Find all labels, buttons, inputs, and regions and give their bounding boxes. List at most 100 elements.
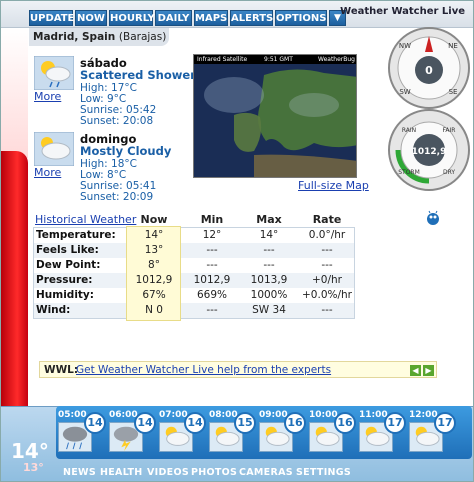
row-label-feels-like: Feels Like:	[36, 244, 99, 256]
feels-like-now: 13°	[144, 244, 164, 256]
hour-time: 08:00	[209, 410, 238, 420]
nav-videos[interactable]: VIDEOS	[147, 467, 189, 478]
hourly-button[interactable]: HOURLY	[109, 10, 155, 26]
hour-temp-badge: 14	[84, 412, 106, 434]
humidity-max: 1000%	[250, 289, 288, 301]
hour-time: 10:00	[309, 410, 338, 420]
dew-point-max: ---	[263, 259, 275, 271]
current-temperature: 14°	[11, 439, 49, 463]
wind-rate: ---	[321, 304, 333, 316]
feels-like-rate: ---	[321, 244, 333, 256]
humidity-rate: +0.0%/hr	[302, 289, 352, 301]
wind-compass: 0 NW NE SW SE	[388, 27, 470, 109]
hour-time: 12:00	[409, 410, 438, 420]
app-window: UPDATE NOW HOURLY DAILY MAPS ALERTS OPTI…	[0, 0, 474, 482]
wind-now: N 0	[145, 304, 163, 316]
nav-news[interactable]: NEWS	[63, 467, 96, 478]
dew-point-now: 8°	[148, 259, 160, 271]
col-header-rate: Rate	[312, 213, 342, 226]
hour-temp-badge: 17	[434, 412, 456, 434]
col-header-now: Now	[140, 213, 168, 226]
compass-nw: NW	[399, 42, 411, 50]
nav-settings[interactable]: SETTINGS	[296, 467, 351, 478]
historical-weather-link[interactable]: Historical Weather	[35, 213, 136, 226]
location-city: Madrid, Spain	[33, 31, 116, 43]
location-station: (Barajas)	[118, 31, 167, 43]
temperature-min: 12°	[202, 229, 222, 241]
satellite-title-bar: Infrared Satellite 9:51 GMT WeatherBug	[194, 55, 356, 64]
compass-se: SE	[449, 88, 458, 96]
wind-min: ---	[206, 304, 218, 316]
barometer-storm: STORM	[398, 169, 420, 176]
row-label-pressure: Pressure:	[36, 274, 93, 286]
humidity-now: 67%	[142, 289, 166, 301]
forecast-day2-sunset: Sunset: 20:09	[80, 191, 154, 203]
now-button[interactable]: NOW	[75, 10, 107, 26]
temperature-now: 14°	[144, 229, 164, 241]
forecast-day1-sunset: Sunset: 20:08	[80, 115, 154, 127]
barometer-fair: FAIR	[443, 127, 456, 134]
partly-cloudy-rain-icon	[34, 56, 74, 90]
wind-max: SW 34	[252, 304, 286, 316]
maps-button[interactable]: MAPS	[194, 10, 228, 26]
next-arrow-icon[interactable]: ▶	[423, 365, 434, 376]
full-size-map-link[interactable]: Full-size Map	[298, 179, 369, 192]
satellite-time: 9:51 GMT	[264, 56, 293, 63]
app-brand-title: Weather Watcher Live	[340, 6, 465, 17]
row-label-wind: Wind:	[36, 304, 71, 316]
compass-sw: SW	[399, 88, 410, 96]
cloudy-icon	[34, 132, 74, 166]
feels-like-max: ---	[263, 244, 275, 256]
hour-time: 09:00	[259, 410, 288, 420]
dew-point-min: ---	[206, 259, 218, 271]
pressure-value: 1012,9	[412, 147, 447, 157]
pressure-min: 1012,9	[193, 274, 231, 286]
pressure-now: 1012,9	[135, 274, 173, 286]
more-link-day2[interactable]: More	[34, 166, 61, 179]
hour-temp-badge: 16	[284, 412, 306, 434]
forecast-day1-condition: Scattered Showers	[80, 68, 203, 82]
hour-temp-badge: 15	[234, 412, 256, 434]
hour-time: 11:00	[359, 410, 388, 420]
pressure-rate: +0/hr	[312, 274, 342, 286]
feels-like-min: ---	[206, 244, 218, 256]
barometer-dry: DRY	[443, 169, 455, 176]
thermometer-fade	[1, 28, 28, 158]
hour-temp-badge: 17	[384, 412, 406, 434]
compass-ne: NE	[448, 42, 458, 50]
forecast-day2-condition: Mostly Cloudy	[80, 144, 172, 158]
temperature-max: 14°	[259, 229, 279, 241]
alerts-button[interactable]: ALERTS	[230, 10, 273, 26]
hour-time: 06:00	[109, 410, 138, 420]
weatherbug-icon[interactable]	[425, 210, 441, 226]
row-label-dew-point: Dew Point:	[36, 259, 101, 271]
prev-arrow-icon[interactable]: ◀	[410, 365, 421, 376]
wind-speed-value: 0	[425, 64, 433, 77]
satellite-title: Infrared Satellite	[197, 56, 248, 63]
hour-temp-badge: 16	[334, 412, 356, 434]
row-label-humidity: Humidity:	[36, 289, 94, 301]
hour-temp-badge: 14	[134, 412, 156, 434]
nav-cameras[interactable]: CAMERAS	[239, 467, 293, 478]
options-button[interactable]: OPTIONS	[275, 10, 327, 26]
barometer-gauge: 1012,9 RAIN FAIR STORM DRY	[388, 109, 470, 191]
help-link[interactable]: Get Weather Watcher Live help from the e…	[76, 364, 331, 376]
satellite-image	[194, 55, 356, 177]
satellite-source: WeatherBug	[318, 56, 355, 63]
col-header-min: Min	[200, 213, 224, 226]
update-button[interactable]: UPDATE	[29, 10, 74, 26]
nav-health[interactable]: HEALTH	[100, 467, 143, 478]
col-header-max: Max	[256, 213, 282, 226]
help-prefix: WWL:	[44, 364, 79, 376]
hour-time: 07:00	[159, 410, 188, 420]
more-link-day1[interactable]: More	[34, 90, 61, 103]
location-label: Madrid, Spain (Barajas)	[29, 28, 169, 46]
hour-temp-badge: 14	[184, 412, 206, 434]
nav-photos[interactable]: PHOTOS	[191, 467, 237, 478]
humidity-min: 669%	[196, 289, 228, 301]
dew-point-rate: ---	[321, 259, 333, 271]
help-ticker: WWL: Get Weather Watcher Live help from …	[39, 361, 437, 378]
satellite-map[interactable]: Infrared Satellite 9:51 GMT WeatherBug	[193, 54, 357, 178]
hour-time: 05:00	[58, 410, 87, 420]
daily-button[interactable]: DAILY	[155, 10, 192, 26]
